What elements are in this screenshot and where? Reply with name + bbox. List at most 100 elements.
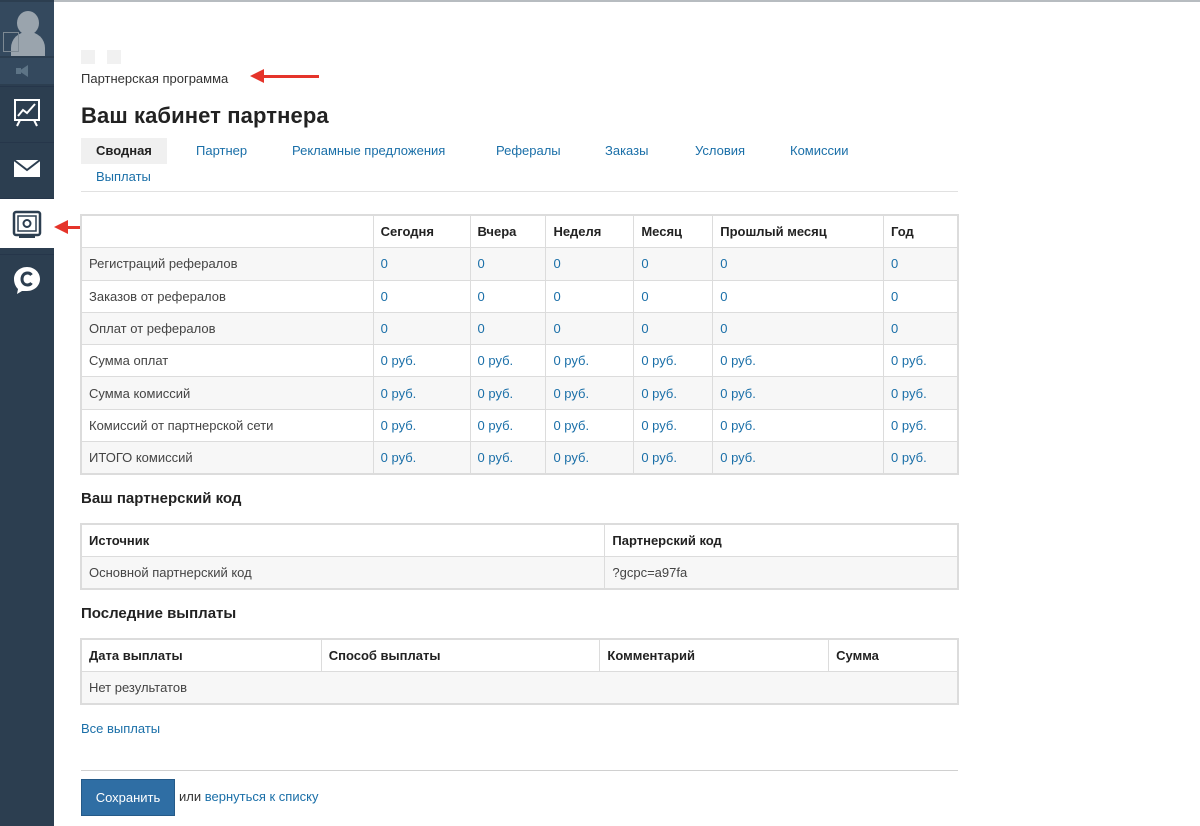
row-label: Регистраций рефералов <box>81 247 374 281</box>
header-cell: Способ выплаты <box>320 639 601 672</box>
or-text: или вернуться к списку <box>179 789 318 804</box>
table-row: ИТОГО комиссий 0 руб. 0 руб. 0 руб. 0 ру… <box>81 441 958 475</box>
code-source: Основной партнерский код <box>80 556 606 589</box>
tab-payouts[interactable]: Выплаты <box>96 164 151 190</box>
stat-value-link[interactable]: 0 <box>469 279 547 313</box>
annotation-arrow <box>250 69 319 83</box>
stat-value-link[interactable]: 0 руб. <box>883 344 958 378</box>
stat-value-link[interactable]: 0 <box>372 247 471 281</box>
stat-value-link[interactable]: 0 руб. <box>372 376 471 410</box>
tab-commissions[interactable]: Комиссии <box>790 138 849 164</box>
tab-orders[interactable]: Заказы <box>605 138 648 164</box>
stat-value-link[interactable]: 0 руб. <box>469 441 547 475</box>
stat-value-link[interactable]: 0 руб. <box>469 408 547 443</box>
table-row: Регистраций рефералов 0 0 0 0 0 0 <box>81 247 958 281</box>
table-row: Заказов от рефералов 0 0 0 0 0 0 <box>81 279 958 313</box>
header-cell: Вчера <box>469 214 547 249</box>
stat-value-link[interactable]: 0 <box>372 279 471 313</box>
stat-value-link[interactable]: 0 руб. <box>545 344 635 378</box>
stat-value-link[interactable]: 0 <box>712 279 885 313</box>
stat-value-link[interactable]: 0 руб. <box>883 376 958 410</box>
stat-value-link[interactable]: 0 <box>469 311 547 346</box>
sidebar-item-mail[interactable] <box>0 142 54 192</box>
save-button[interactable]: Сохранить <box>81 779 175 816</box>
header-cell: Партнерский код <box>604 524 958 557</box>
stat-value-link[interactable]: 0 <box>545 311 635 346</box>
stat-value-link[interactable]: 0 руб. <box>545 408 635 443</box>
user-avatar-icon[interactable] <box>0 2 54 56</box>
stat-value-link[interactable]: 0 руб. <box>469 376 547 410</box>
stat-value-link[interactable]: 0 руб. <box>633 344 714 378</box>
partner-code-title: Ваш партнерский код <box>81 490 242 507</box>
stat-value-link[interactable]: 0 <box>883 279 958 313</box>
stat-value-link[interactable]: 0 <box>633 311 714 346</box>
stat-value-link[interactable]: 0 руб. <box>712 408 885 443</box>
stat-value-link[interactable]: 0 руб. <box>633 408 714 443</box>
header-cell: Неделя <box>545 214 635 249</box>
stat-value-link[interactable]: 0 руб. <box>633 376 714 410</box>
header-cell <box>81 214 374 249</box>
stat-value-link[interactable]: 0 <box>372 311 471 346</box>
sidebar-item-safe[interactable] <box>0 198 54 248</box>
footer-divider <box>81 770 958 771</box>
stat-value-link[interactable]: 0 <box>633 279 714 313</box>
tab-terms[interactable]: Условия <box>695 138 745 164</box>
payouts-table: Дата выплаты Способ выплаты Комментарий … <box>81 639 958 704</box>
row-label: Заказов от рефералов <box>81 279 374 313</box>
stat-value-link[interactable]: 0 руб. <box>712 376 885 410</box>
stat-value-link[interactable]: 0 <box>545 279 635 313</box>
safe-icon <box>12 210 42 238</box>
table-row: Комиссий от партнерской сети 0 руб. 0 ру… <box>81 408 958 443</box>
stat-value-link[interactable]: 0 <box>712 247 885 281</box>
stats-table: Сегодня Вчера Неделя Месяц Прошлый месяц… <box>81 214 958 475</box>
tabs: Сводная Партнер Рекламные предложения Ре… <box>81 138 958 192</box>
table-header-row: Источник Партнерский код <box>80 524 958 557</box>
stat-value-link[interactable]: 0 <box>633 247 714 281</box>
table-header-row: Дата выплаты Способ выплаты Комментарий … <box>81 639 958 672</box>
tab-referrals[interactable]: Рефералы <box>496 138 561 164</box>
all-payouts-link[interactable]: Все выплаты <box>81 721 160 736</box>
speaker-icon[interactable] <box>0 58 54 84</box>
chat-c-icon <box>14 267 40 294</box>
row-label: Сумма оплат <box>81 344 374 378</box>
sidebar <box>0 0 54 826</box>
header-cell: Сумма <box>828 639 958 672</box>
back-to-list-link[interactable]: вернуться к списку <box>205 789 319 804</box>
table-row: Основной партнерский код ?gcpc=a97fa <box>80 556 958 589</box>
stat-value-link[interactable]: 0 руб. <box>469 344 547 378</box>
stat-value-link[interactable]: 0 <box>883 311 958 346</box>
table-row: Нет результатов <box>81 671 958 704</box>
row-label: Комиссий от партнерской сети <box>81 408 374 443</box>
stat-value-link[interactable]: 0 руб. <box>545 441 635 475</box>
table-row: Сумма комиссий 0 руб. 0 руб. 0 руб. 0 ру… <box>81 376 958 410</box>
row-label: Оплат от рефералов <box>81 311 374 346</box>
stat-value-link[interactable]: 0 руб. <box>633 441 714 475</box>
breadcrumb[interactable]: Партнерская программа <box>81 71 228 86</box>
table-row: Оплат от рефералов 0 0 0 0 0 0 <box>81 311 958 346</box>
header-cell: Дата выплаты <box>81 639 322 672</box>
header-cell: Сегодня <box>372 214 471 249</box>
header-cell: Месяц <box>633 214 714 249</box>
partner-code-table: Источник Партнерский код Основной партне… <box>80 524 958 589</box>
sidebar-item-analytics[interactable] <box>0 86 54 136</box>
stat-value-link[interactable]: 0 руб. <box>883 441 958 475</box>
header-cell: Источник <box>80 524 606 557</box>
stat-value-link[interactable]: 0 <box>545 247 635 281</box>
tab-ad-offers[interactable]: Рекламные предложения <box>292 138 445 164</box>
stat-value-link[interactable]: 0 руб. <box>372 408 471 443</box>
tab-summary[interactable]: Сводная <box>81 138 167 164</box>
header-cell: Год <box>883 214 958 249</box>
stat-value-link[interactable]: 0 <box>712 311 885 346</box>
tab-partner[interactable]: Партнер <box>196 138 247 164</box>
stat-value-link[interactable]: 0 руб. <box>712 441 885 475</box>
stat-value-link[interactable]: 0 руб. <box>372 441 471 475</box>
stat-value-link[interactable]: 0 руб. <box>712 344 885 378</box>
sidebar-item-chat[interactable] <box>0 254 54 304</box>
stat-value-link[interactable]: 0 <box>469 247 547 281</box>
stat-value-link[interactable]: 0 руб. <box>545 376 635 410</box>
top-border <box>0 0 1200 2</box>
stat-value-link[interactable]: 0 <box>883 247 958 281</box>
stat-value-link[interactable]: 0 руб. <box>883 408 958 443</box>
table-row: Сумма оплат 0 руб. 0 руб. 0 руб. 0 руб. … <box>81 344 958 378</box>
stat-value-link[interactable]: 0 руб. <box>372 344 471 378</box>
